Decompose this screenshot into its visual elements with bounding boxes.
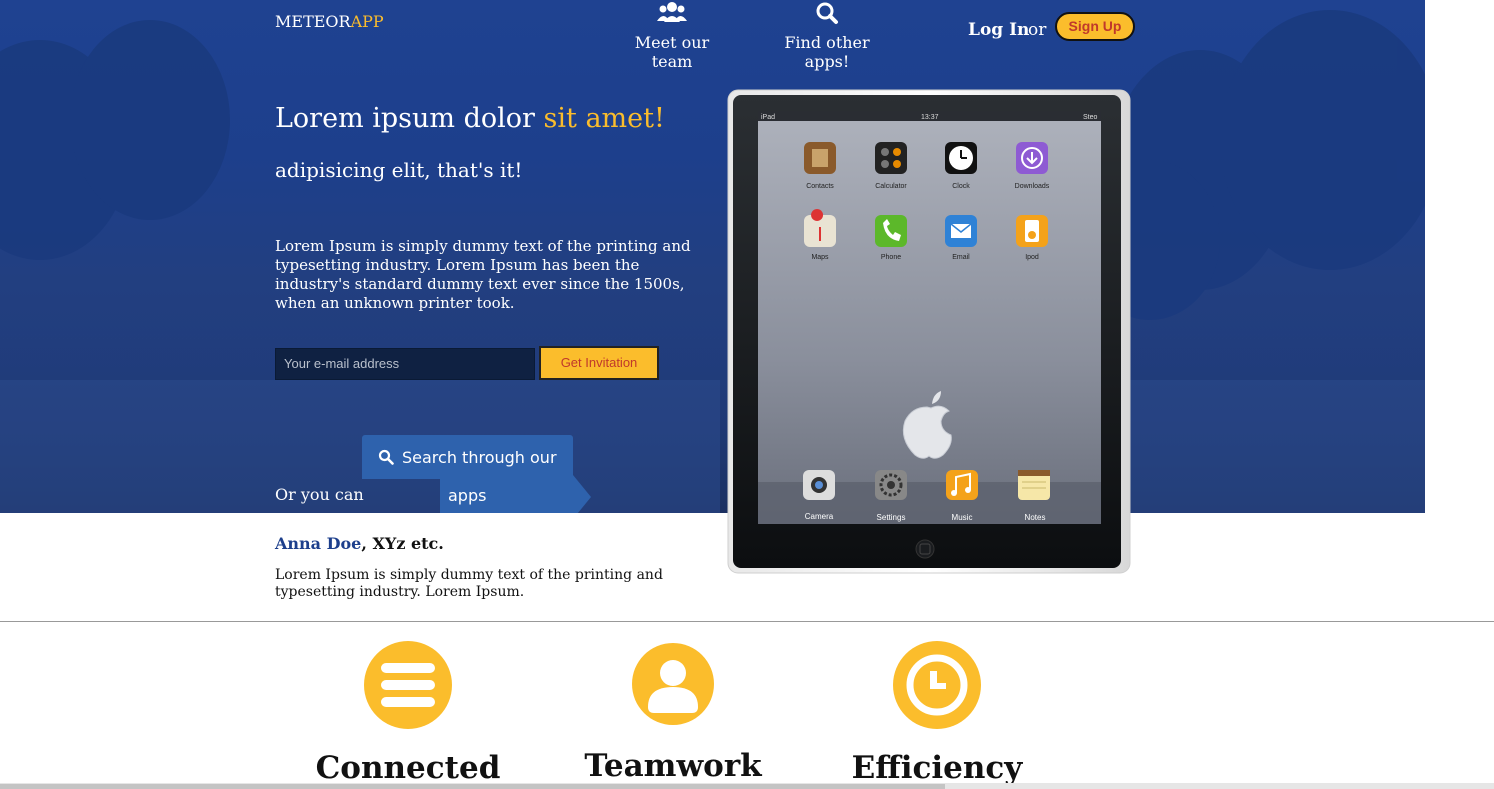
hero-headline-accent: sit amet! xyxy=(543,103,665,134)
signup-button[interactable]: Sign Up xyxy=(1055,12,1135,41)
nav-meet-team[interactable]: Meet our team xyxy=(620,0,724,71)
ipad-status-left: iPad xyxy=(761,114,775,121)
or-text: or xyxy=(1028,20,1047,40)
app-label-clock: Clock xyxy=(952,183,970,190)
feature-title: Efficiency xyxy=(851,750,1023,786)
brand-logo-part1: METEOR xyxy=(275,12,351,31)
app-label-ipod: Ipod xyxy=(1025,254,1039,261)
app-label-downloads: Downloads xyxy=(1015,183,1050,190)
brand-logo-part2: APP xyxy=(350,12,384,31)
search-button-line1: Search through our xyxy=(402,448,557,467)
user-icon xyxy=(632,643,714,725)
app-clock-icon xyxy=(945,142,977,174)
nav-find-apps[interactable]: Find other apps! xyxy=(770,0,884,71)
feature-title: Teamwork xyxy=(584,748,762,784)
search-button-line2: apps xyxy=(448,486,487,505)
hero-subtitle: adipisicing elit, that's it! xyxy=(275,158,523,182)
dock-music-icon xyxy=(946,470,978,500)
search-icon xyxy=(378,449,394,465)
app-phone-icon xyxy=(875,215,907,247)
ipad-status-right: Steo xyxy=(1083,114,1098,121)
testimonial-author: Anna Doe, XYz etc. xyxy=(275,534,444,553)
login-link[interactable]: Log In xyxy=(968,20,1029,40)
app-label-phone: Phone xyxy=(881,254,901,261)
or-you-can-text: Or you can xyxy=(275,485,364,504)
menu-bars-icon xyxy=(364,641,452,729)
dock-label-settings: Settings xyxy=(877,513,906,522)
scrollbar-thumb[interactable] xyxy=(0,784,945,789)
feature-title: Connected xyxy=(315,750,501,786)
app-calculator-icon xyxy=(875,142,907,174)
testimonial-suffix: , XYz etc. xyxy=(361,534,444,553)
app-label-contacts: Contacts xyxy=(806,183,834,190)
testimonial-text: Lorem Ipsum is simply dummy text of the … xyxy=(275,567,663,600)
ipad-device-image: iPad 13:37 Steo Contacts Calculator Cloc… xyxy=(727,89,1131,574)
nav-meet-team-label: Meet our team xyxy=(634,33,710,71)
feature-connected: Connected xyxy=(308,641,508,786)
page-right-margin xyxy=(1425,0,1494,513)
hero-paragraph: Lorem Ipsum is simply dummy text of the … xyxy=(275,237,691,312)
nav-find-apps-label: Find other apps! xyxy=(784,33,870,71)
app-email-icon xyxy=(945,215,977,247)
ipad-status-time: 13:37 xyxy=(921,114,939,121)
feature-efficiency: Efficiency xyxy=(837,641,1037,786)
search-button-arrow xyxy=(573,475,591,513)
email-input[interactable]: Your e-mail address xyxy=(275,348,535,380)
hero-section: METEORAPP Meet our team Find other apps!… xyxy=(0,0,1425,513)
testimonial-name[interactable]: Anna Doe xyxy=(275,534,361,553)
dock-settings-icon xyxy=(875,470,907,500)
app-label-email: Email xyxy=(952,254,970,261)
dock-label-notes: Notes xyxy=(1025,513,1046,522)
app-ipod-icon xyxy=(1016,215,1048,247)
feature-teamwork: Teamwork xyxy=(573,641,773,784)
hero-headline-main: Lorem ipsum dolor xyxy=(275,103,544,134)
section-divider xyxy=(0,621,1494,622)
brand-logo[interactable]: METEORAPP xyxy=(275,12,384,31)
search-icon xyxy=(816,2,838,24)
clock-icon xyxy=(893,641,981,729)
hero-headline: Lorem ipsum dolor sit amet! xyxy=(275,103,665,134)
app-label-maps: Maps xyxy=(811,254,829,261)
app-downloads-icon xyxy=(1016,142,1048,174)
users-icon xyxy=(657,2,687,22)
dock-notes-icon xyxy=(1018,470,1050,500)
app-label-calculator: Calculator xyxy=(875,183,907,190)
dock-label-camera: Camera xyxy=(805,512,834,521)
app-contacts-icon xyxy=(804,142,836,174)
dock-camera-icon xyxy=(803,470,835,500)
search-apps-button[interactable]: Search through our apps xyxy=(362,435,591,513)
dock-label-music: Music xyxy=(952,513,973,522)
hero-background-image xyxy=(0,10,1425,513)
horizontal-scrollbar[interactable] xyxy=(0,783,1494,789)
get-invitation-button[interactable]: Get Invitation xyxy=(539,346,659,380)
ipad-home-button xyxy=(915,539,935,559)
